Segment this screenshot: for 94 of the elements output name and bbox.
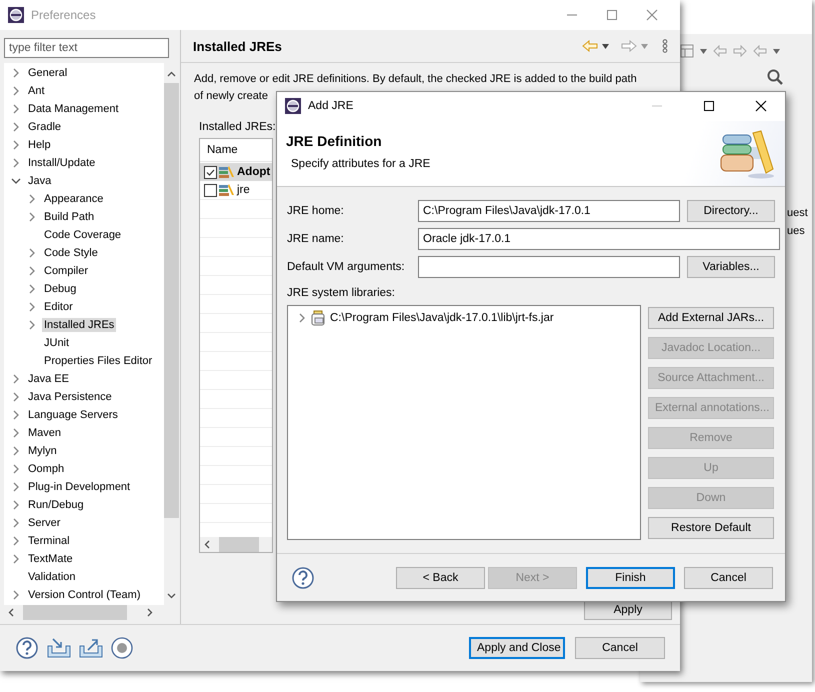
tree-item[interactable]: Appearance bbox=[42, 192, 106, 206]
tree-item[interactable]: Build Path bbox=[42, 210, 96, 224]
tree-item[interactable]: Run/Debug bbox=[26, 498, 86, 512]
more-icon[interactable] bbox=[662, 39, 668, 53]
text-field[interactable] bbox=[418, 256, 680, 278]
tree-item[interactable]: Version Control (Team) bbox=[26, 588, 142, 602]
tree-item[interactable]: Java Persistence bbox=[26, 390, 114, 404]
checkbox[interactable] bbox=[204, 166, 217, 178]
tree-item[interactable]: Properties Files Editor bbox=[42, 354, 154, 368]
record-icon[interactable] bbox=[111, 637, 133, 659]
tree-item[interactable]: Terminal bbox=[26, 534, 72, 548]
field-label: Default VM arguments: bbox=[287, 261, 406, 274]
field-label: JRE name: bbox=[287, 233, 345, 246]
jre-name: Adopt bbox=[237, 166, 270, 178]
tree-item[interactable]: Maven bbox=[26, 426, 64, 440]
tree-item[interactable]: JUnit bbox=[42, 336, 72, 350]
close-icon[interactable] bbox=[755, 100, 767, 112]
tree-item[interactable]: Java bbox=[26, 174, 54, 188]
app-icon bbox=[284, 97, 302, 116]
browse-button[interactable]: Directory... bbox=[687, 200, 775, 222]
caret-down-icon[interactable] bbox=[773, 48, 780, 54]
books-icon bbox=[219, 184, 235, 196]
browse-button[interactable]: Variables... bbox=[687, 256, 775, 278]
text-field[interactable]: C:\Program Files\Java\jdk-17.0.1 bbox=[418, 200, 680, 222]
help-icon[interactable] bbox=[291, 566, 315, 590]
arrow-left-icon[interactable] bbox=[753, 45, 767, 57]
tree-item[interactable]: Server bbox=[26, 516, 62, 530]
wizard-button[interactable]: Cancel bbox=[684, 566, 773, 589]
text-fragment: uest bbox=[787, 206, 808, 221]
apply-button[interactable]: Apply bbox=[584, 600, 672, 620]
table-row[interactable]: jre bbox=[200, 181, 272, 199]
library-item[interactable]: C:\Program Files\Java\jdk-17.0.1\lib\jrt-fs.jar bbox=[330, 312, 554, 324]
table-label: Installed JREs: bbox=[199, 121, 276, 135]
tree-item[interactable]: Data Management bbox=[26, 102, 120, 116]
library-button[interactable]: Add External JARs... bbox=[648, 307, 774, 330]
dialog-subtitle: Specify attributes for a JRE bbox=[290, 158, 432, 170]
checkbox[interactable] bbox=[204, 184, 217, 196]
books-icon bbox=[219, 166, 235, 178]
wizard-button[interactable]: < Back bbox=[396, 566, 485, 589]
page-title: Installed JREs bbox=[193, 38, 283, 54]
scroll-down-icon[interactable] bbox=[167, 593, 176, 599]
tree-item[interactable]: Debug bbox=[42, 282, 78, 296]
filter-field[interactable]: type filter text bbox=[4, 38, 169, 58]
tree-item[interactable]: Java EE bbox=[26, 372, 71, 386]
tree-item[interactable]: Validation bbox=[26, 570, 78, 584]
tree-item[interactable]: Compiler bbox=[42, 264, 90, 278]
dialog-title: Add JRE bbox=[308, 100, 354, 112]
maximize-icon[interactable] bbox=[703, 100, 715, 112]
field-label: JRE home: bbox=[287, 205, 345, 218]
tree-item[interactable]: Code Style bbox=[42, 246, 100, 260]
dialog-button[interactable]: Apply and Close bbox=[469, 637, 565, 659]
export-icon[interactable] bbox=[79, 637, 103, 659]
description-text: of newly create bbox=[194, 89, 268, 104]
help-icon[interactable] bbox=[15, 636, 39, 660]
tree-item[interactable]: Editor bbox=[42, 300, 75, 314]
tree-item[interactable]: Installed JREs bbox=[42, 318, 116, 332]
tree-item[interactable]: TextMate bbox=[26, 552, 75, 566]
arrow-left-icon[interactable] bbox=[713, 45, 727, 57]
app-icon bbox=[7, 6, 25, 24]
forward-arrow-icon[interactable] bbox=[621, 40, 637, 52]
tree-item[interactable]: Code Coverage bbox=[42, 228, 124, 242]
scrollbar-thumb[interactable] bbox=[219, 537, 259, 552]
tree-item[interactable]: Ant bbox=[26, 84, 47, 98]
tree-item[interactable]: Install/Update bbox=[26, 156, 98, 170]
text-fragment: ues bbox=[787, 224, 805, 239]
description-text: Add, remove or edit JRE definitions. By default, the checked JRE is added to the build path bbox=[194, 72, 637, 87]
dialog-heading: JRE Definition bbox=[286, 133, 383, 150]
window-title: Preferences bbox=[31, 8, 97, 22]
tree-item[interactable]: Mylyn bbox=[26, 444, 59, 458]
tree-item[interactable]: Oomph bbox=[26, 462, 66, 476]
column-header[interactable]: Name bbox=[207, 144, 238, 156]
caret-down-icon[interactable] bbox=[602, 44, 609, 48]
scroll-up-icon[interactable] bbox=[167, 71, 176, 77]
text-field[interactable]: Oracle jdk-17.0.1 bbox=[418, 228, 780, 250]
jar-icon bbox=[311, 310, 327, 326]
tree-item[interactable]: Plug-in Development bbox=[26, 480, 132, 494]
search-icon[interactable] bbox=[767, 69, 783, 85]
caret-down-icon[interactable] bbox=[700, 48, 707, 54]
tree-item[interactable]: Gradle bbox=[26, 120, 64, 134]
tree-item[interactable]: Language Servers bbox=[26, 408, 120, 422]
table-row[interactable]: Adopt bbox=[200, 163, 272, 181]
books-drawing bbox=[719, 128, 775, 179]
section-label: JRE system libraries: bbox=[287, 287, 396, 300]
import-icon[interactable] bbox=[47, 637, 71, 659]
jre-name: jre bbox=[237, 184, 250, 196]
tree-item[interactable]: Help bbox=[26, 138, 53, 152]
layout-icon[interactable] bbox=[680, 44, 694, 58]
scrollbar-thumb[interactable] bbox=[164, 83, 179, 518]
library-button[interactable]: Restore Default bbox=[648, 517, 774, 540]
tree-item[interactable]: General bbox=[26, 66, 70, 80]
wizard-button[interactable]: Finish bbox=[586, 566, 675, 589]
scrollbar-thumb[interactable] bbox=[23, 605, 127, 620]
arrow-right-icon[interactable] bbox=[733, 45, 747, 57]
dialog-button[interactable]: Cancel bbox=[575, 637, 665, 659]
